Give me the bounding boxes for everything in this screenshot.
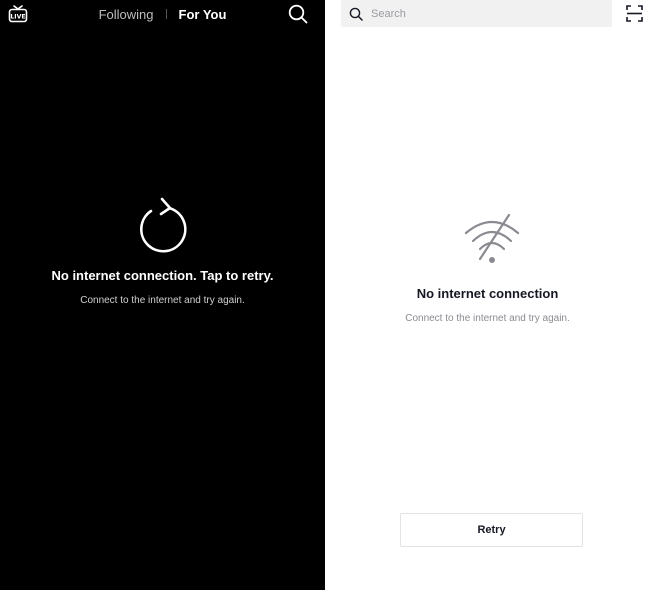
tab-following[interactable]: Following xyxy=(99,7,154,22)
discover-pane: No internet connection Connect to the in… xyxy=(325,0,650,590)
feed-pane: LIVE Following For You No internet conne… xyxy=(0,0,325,590)
search-bar[interactable] xyxy=(341,0,612,27)
refresh-icon[interactable] xyxy=(135,196,187,254)
tab-divider xyxy=(165,9,167,19)
search-icon xyxy=(349,7,363,21)
wifi-off-icon xyxy=(464,213,520,263)
search-input[interactable] xyxy=(369,6,593,21)
retry-button[interactable]: Retry xyxy=(400,513,583,547)
feed-error-subtitle: Connect to the internet and try again. xyxy=(80,295,245,306)
feed-tabs: Following For You xyxy=(0,0,325,28)
feed-error-title[interactable]: No internet connection. Tap to retry. xyxy=(0,268,325,283)
discover-error-subtitle: Connect to the internet and try again. xyxy=(405,313,570,324)
discover-error-title: No internet connection xyxy=(416,286,559,301)
tab-for-you[interactable]: For You xyxy=(179,7,227,22)
scan-icon[interactable] xyxy=(626,5,643,22)
search-icon[interactable] xyxy=(288,4,308,24)
